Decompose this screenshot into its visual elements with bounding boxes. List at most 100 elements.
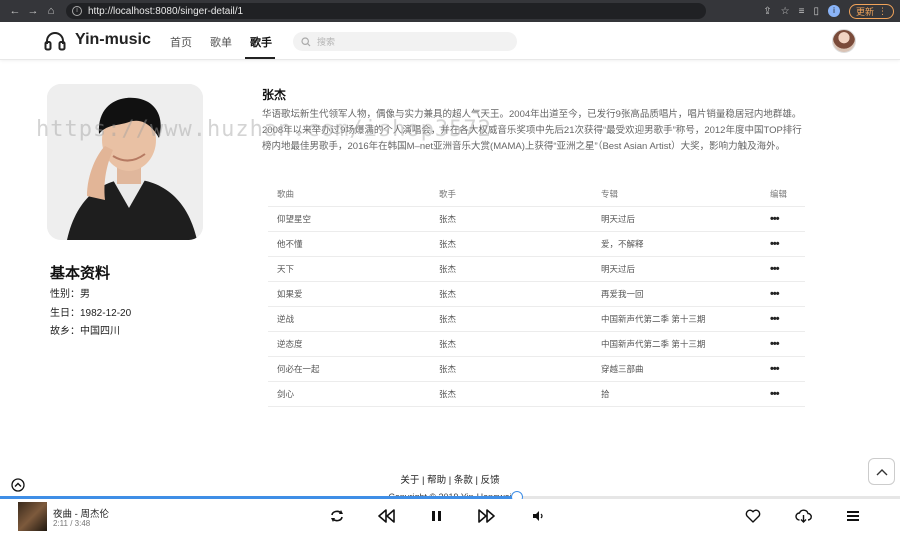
footer-links[interactable]: 关于 | 帮助 | 条款 | 反馈	[0, 472, 900, 486]
search-box[interactable]	[293, 32, 517, 51]
album-cell: 再爱我一回	[592, 281, 761, 307]
app-header: Yin-music 首页 歌单 歌手	[0, 22, 900, 60]
sidebar-icon[interactable]: ▯	[813, 6, 819, 17]
header-edit: 编辑	[761, 183, 805, 207]
share-icon[interactable]: ⇪	[763, 6, 771, 17]
prev-icon[interactable]	[378, 508, 395, 524]
birthday-value: 1982-12-20	[80, 308, 132, 319]
now-playing-time: 2:11 / 3:48	[53, 519, 91, 528]
table-row[interactable]: 何必在一起 张杰 穿越三部曲 •••	[268, 356, 805, 382]
song-table: 歌曲 歌手 专辑 编辑 仰望星空 张杰 明天过后 ••• 他不懂 张杰 爱，不解释 ••• 天下…	[268, 183, 805, 407]
more-icon[interactable]: •••	[770, 288, 780, 300]
search-icon	[301, 36, 311, 46]
song-table-header: 歌曲 歌手 专辑 编辑	[268, 183, 805, 207]
table-row[interactable]: 如果爱 张杰 再爱我一回 •••	[268, 281, 805, 307]
tab-list-icon[interactable]: ≡	[799, 6, 805, 17]
nav-active-indicator	[245, 57, 275, 59]
album-cover[interactable]	[18, 502, 47, 531]
album-cell: 拾	[592, 381, 761, 407]
song-name-cell: 剑心	[268, 381, 430, 407]
album-cell: 中国新声代第二季 第十三期	[592, 306, 761, 332]
header-singer: 歌手	[430, 183, 592, 207]
gender-label: 性别：	[50, 289, 80, 300]
song-name-cell: 如果爱	[268, 281, 430, 307]
album-cell: 穿越三部曲	[592, 356, 761, 382]
nav-singer[interactable]: 歌手	[250, 34, 272, 50]
nav-home[interactable]: 首页	[170, 34, 192, 50]
album-cell: 明天过后	[592, 206, 761, 232]
singer-cell: 张杰	[430, 231, 592, 257]
browser-toolbar: ← → ⌂ i http://localhost:8080/singer-det…	[0, 0, 900, 22]
table-row[interactable]: 天下 张杰 明天过后 •••	[268, 256, 805, 282]
birthday-label: 生日：	[50, 308, 80, 319]
edit-cell: •••	[761, 231, 805, 257]
edit-cell: •••	[761, 356, 805, 382]
edit-cell: •••	[761, 256, 805, 282]
more-icon[interactable]: •••	[770, 238, 780, 250]
singer-cell: 张杰	[430, 256, 592, 282]
now-playing-title: 夜曲 - 周杰伦	[53, 509, 109, 520]
singer-intro: 华语歌坛新生代领军人物，偶像与实力兼具的超人气天王。2004年出道至今，已发行9…	[262, 109, 802, 152]
site-info-icon[interactable]: i	[72, 6, 82, 16]
collapse-icon[interactable]	[11, 478, 25, 492]
profile-title: 基本资料	[50, 265, 111, 282]
singer-cell: 张杰	[430, 381, 592, 407]
song-name-cell: 逆态度	[268, 331, 430, 357]
table-row[interactable]: 逆战 张杰 中国新声代第二季 第十三期 •••	[268, 306, 805, 332]
loop-icon[interactable]	[329, 508, 345, 524]
table-row[interactable]: 逆态度 张杰 中国新声代第二季 第十三期 •••	[268, 331, 805, 357]
user-avatar[interactable]	[832, 29, 856, 53]
heart-icon[interactable]	[745, 508, 761, 524]
bookmark-star-icon[interactable]: ☆	[781, 6, 790, 17]
home-icon[interactable]: ⌂	[42, 5, 60, 17]
singer-cell: 张杰	[430, 331, 592, 357]
table-row[interactable]: 他不懂 张杰 爱，不解释 •••	[268, 231, 805, 257]
table-row[interactable]: 剑心 张杰拾 •••	[268, 381, 805, 407]
singer-cell: 张杰	[430, 281, 592, 307]
download-icon[interactable]	[795, 508, 812, 524]
browser-profile-icon[interactable]: i	[827, 5, 840, 17]
more-icon[interactable]: •••	[770, 213, 780, 225]
nav-playlist[interactable]: 歌单	[210, 34, 232, 50]
edit-cell: •••	[761, 306, 805, 332]
back-to-top-button[interactable]	[868, 458, 895, 485]
pause-icon[interactable]	[430, 508, 444, 524]
song-name-cell: 逆战	[268, 306, 430, 332]
more-icon[interactable]: •••	[770, 338, 780, 350]
volume-icon[interactable]	[532, 508, 544, 524]
more-icon[interactable]: •••	[770, 388, 780, 400]
player-bar: 夜曲 - 周杰伦 2:11 / 3:48	[0, 499, 900, 534]
birthday-row: 生日：1982-12-20	[50, 304, 131, 319]
song-name-cell: 天下	[268, 256, 430, 282]
chevron-up-icon	[876, 468, 887, 475]
table-row[interactable]: 仰望星空 张杰 明天过后 •••	[268, 206, 805, 232]
more-icon[interactable]: •••	[770, 313, 780, 325]
search-input[interactable]	[317, 36, 497, 47]
more-icon[interactable]: •••	[770, 263, 780, 275]
edit-cell: •••	[761, 206, 805, 232]
edit-cell: •••	[761, 381, 805, 407]
update-label: 更新	[855, 6, 874, 17]
brand-name[interactable]: Yin-music	[75, 31, 151, 49]
gender-value: 男	[80, 289, 90, 300]
update-button[interactable]: 更新 ⋮	[848, 3, 894, 19]
album-cell: 明天过后	[592, 256, 761, 282]
forward-arrow-icon[interactable]: →	[24, 5, 42, 17]
next-icon[interactable]	[478, 508, 495, 524]
headphones-icon[interactable]	[44, 31, 66, 51]
song-name-cell: 何必在一起	[268, 356, 430, 382]
edit-cell: •••	[761, 281, 805, 307]
edit-cell: •••	[761, 331, 805, 357]
playlist-icon[interactable]	[846, 508, 860, 524]
singer-cell: 张杰	[430, 306, 592, 332]
address-bar[interactable]: i http://localhost:8080/singer-detail/1	[66, 3, 706, 19]
album-cell: 爱，不解释	[592, 231, 761, 257]
back-arrow-icon[interactable]: ←	[6, 5, 24, 17]
header-album: 专辑	[592, 183, 761, 207]
more-icon[interactable]: •••	[770, 363, 780, 375]
singer-portrait-image	[47, 84, 203, 240]
singer-cell: 张杰	[430, 206, 592, 232]
album-cell: 中国新声代第二季 第十三期	[592, 331, 761, 357]
hometown-row: 故乡：中国四川	[50, 322, 120, 337]
gender-row: 性别：男	[50, 285, 90, 300]
